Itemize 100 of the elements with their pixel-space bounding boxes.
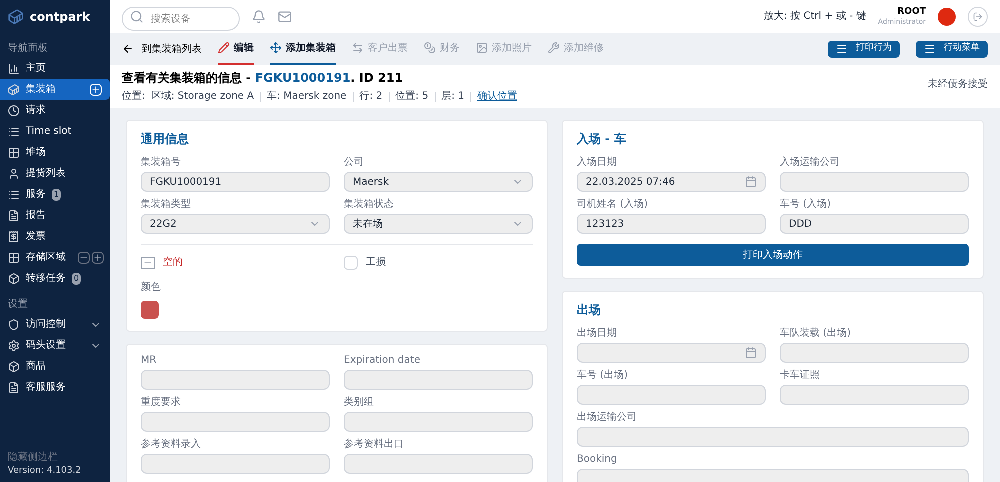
search-icon xyxy=(130,10,144,24)
input-field[interactable]: 123123 xyxy=(577,214,766,234)
input-field[interactable] xyxy=(780,172,969,192)
collapse-icon xyxy=(78,252,90,264)
logo-icon xyxy=(8,8,24,24)
count-badge: 1 xyxy=(52,188,62,200)
sidebar-item[interactable]: 报告 xyxy=(0,205,110,226)
confirm-location-link[interactable]: 确认位置 xyxy=(477,89,518,104)
container-icon xyxy=(8,84,20,96)
person-icon xyxy=(8,168,20,180)
field-label: 司机姓名 (入场) xyxy=(577,199,649,211)
input-field[interactable]: FGKU1000191 xyxy=(141,172,330,192)
box-icon xyxy=(8,360,20,372)
zoom-hint: 放大: 按 Ctrl + 或 - 键 xyxy=(764,10,866,24)
input-field[interactable] xyxy=(141,454,330,474)
location-part: 车: Maersk zone xyxy=(267,90,347,104)
sidebar-item[interactable]: 发票 xyxy=(0,226,110,247)
expand-icon xyxy=(92,252,104,264)
input-field[interactable] xyxy=(780,385,969,405)
sidebar-item[interactable]: 转移任务 0 xyxy=(0,268,110,289)
logout-icon[interactable] xyxy=(968,6,988,26)
calendar-icon xyxy=(745,347,757,359)
dash-box-icon xyxy=(141,256,155,268)
field-label: 重度要求 xyxy=(141,397,182,409)
sidebar-item[interactable]: 访问控制 xyxy=(0,314,110,335)
field-label: 车号 (出场) xyxy=(577,370,629,382)
input-field[interactable] xyxy=(780,343,969,363)
sidebar-item[interactable]: Time slot xyxy=(0,121,110,142)
card-title: 出场 xyxy=(577,302,602,318)
bar-chart-icon xyxy=(8,62,20,74)
sidebar-item[interactable]: 主页 xyxy=(0,58,110,79)
input-field[interactable] xyxy=(344,454,533,474)
grid-icon xyxy=(8,146,20,158)
zone-controls[interactable] xyxy=(78,252,104,264)
input-field[interactable]: DDD xyxy=(780,214,969,234)
menu-icon xyxy=(836,43,848,55)
input-field[interactable] xyxy=(344,370,533,390)
page-title: 查看有关集装箱的信息 - xyxy=(122,71,252,85)
action-button[interactable]: 行动菜单 xyxy=(916,40,988,58)
sidebar-item[interactable]: 码头设置 xyxy=(0,335,110,356)
location-part: 位置: 5 xyxy=(396,90,429,104)
field-label: Booking xyxy=(577,454,618,466)
location-part: 行: 2 xyxy=(360,90,383,104)
wrench-icon xyxy=(548,42,560,54)
action-button[interactable]: 打印行为 xyxy=(828,40,900,58)
user-name: ROOT xyxy=(898,6,926,18)
field-label: 集装箱类型 xyxy=(141,199,192,211)
field-label: MR xyxy=(141,355,158,367)
location-part: 区域: Storage zone A xyxy=(151,90,254,104)
input-field[interactable] xyxy=(577,385,766,405)
checkbox[interactable] xyxy=(344,256,358,270)
document-icon xyxy=(8,382,20,394)
search-field[interactable]: 搜索设备 xyxy=(122,7,240,31)
sidebar-item[interactable]: 集装箱 xyxy=(0,79,110,100)
add-icon[interactable] xyxy=(90,84,102,96)
section-title: 导航面板 xyxy=(7,42,49,56)
count-badge: 0 xyxy=(72,272,82,284)
date-field[interactable]: 22.03.2025 07:46 xyxy=(577,172,766,192)
field-label: 参考资料录入 xyxy=(141,439,202,451)
back-link[interactable]: 到集装箱列表 xyxy=(122,42,202,56)
select-field[interactable]: 22G2 xyxy=(141,214,330,234)
field-label: 车队装载 (出场) xyxy=(780,328,852,340)
select-field[interactable]: 未在场 xyxy=(344,214,533,234)
field-label: 公司 xyxy=(344,157,365,169)
calendar-icon xyxy=(745,176,757,188)
print-entry-button[interactable]: 打印入场动作 xyxy=(577,244,969,266)
sidebar-item[interactable]: 客服服务 xyxy=(0,377,110,398)
swap-arrows-icon xyxy=(352,42,364,54)
sidebar-item[interactable]: 提货列表 xyxy=(0,163,110,184)
location-label: 位置: xyxy=(122,90,146,104)
flag-avatar[interactable] xyxy=(938,8,956,26)
input-field[interactable] xyxy=(344,412,533,432)
sidebar-item[interactable]: 服务 1 xyxy=(0,184,110,205)
field-label: 颜色 xyxy=(141,280,162,295)
field-label: 入场运输公司 xyxy=(780,157,841,169)
pencil-icon xyxy=(218,42,230,54)
mail-icon[interactable] xyxy=(278,10,292,24)
status-text: 空的 xyxy=(163,256,183,270)
bell-icon[interactable] xyxy=(252,10,266,24)
document-icon xyxy=(8,210,20,222)
date-field[interactable] xyxy=(577,343,766,363)
field-label: Expiration date xyxy=(344,355,422,367)
select-field[interactable]: Maersk xyxy=(344,172,533,192)
color-swatch[interactable] xyxy=(141,301,159,319)
sidebar-item[interactable]: 堆场 xyxy=(0,142,110,163)
sidebar-item[interactable]: 请求 xyxy=(0,100,110,121)
input-field[interactable] xyxy=(577,427,969,447)
brand-name: contpark xyxy=(30,8,90,26)
container-id: . ID 211 xyxy=(350,71,404,85)
sidebar-item[interactable]: 存储区域 xyxy=(0,247,110,268)
input-field[interactable] xyxy=(141,412,330,432)
shield-icon xyxy=(8,318,20,330)
sidebar-item[interactable]: 商品 xyxy=(0,356,110,377)
settings-icon xyxy=(8,340,20,352)
version-text: Version: 4.103.2 xyxy=(7,464,82,478)
field-label: 入场日期 xyxy=(577,157,618,169)
field-label: 出场运输公司 xyxy=(577,412,638,424)
field-label: 卡车证照 xyxy=(780,370,821,382)
input-field[interactable] xyxy=(141,370,330,390)
move-arrows-icon xyxy=(270,42,282,54)
